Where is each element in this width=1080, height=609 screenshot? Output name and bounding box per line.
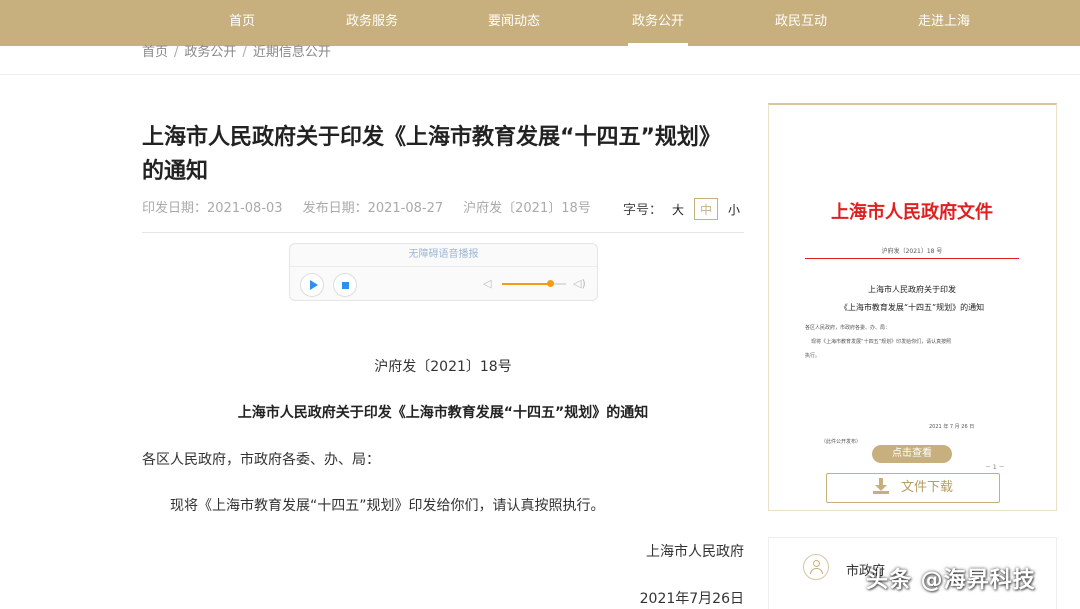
breadcrumb: 首页 / 政务公开 / 近期信息公开	[142, 45, 331, 61]
salutation: 各区人民政府，市政府各委、办、局：	[142, 452, 380, 468]
preview-title-line2: 《上海市教育发展“十四五”规划》的通知	[839, 303, 985, 312]
stop-button[interactable]	[333, 273, 357, 297]
download-icon	[872, 478, 889, 494]
download-file-button[interactable]: 文件下载	[826, 473, 1000, 503]
breadcrumb-separator: /	[174, 45, 179, 60]
breadcrumb-recent-info[interactable]: 近期信息公开	[253, 45, 331, 61]
signature: 上海市人民政府	[646, 544, 744, 560]
doc-number-meta: 沪府发〔2021〕18号	[463, 201, 591, 216]
doc-title: 上海市人民政府关于印发《上海市教育发展“十四五”规划》的通知	[237, 405, 649, 421]
nav-item-about-shanghai[interactable]: 走进上海	[904, 0, 984, 46]
breadcrumb-separator: /	[242, 45, 247, 60]
person-icon	[803, 554, 829, 580]
preview-page-marker: － 1 －	[985, 464, 1005, 471]
signing-date: 2021年7月26日	[639, 591, 744, 607]
page-title: 上海市人民政府关于印发《上海市教育发展“十四五”规划》的通知	[142, 125, 721, 184]
preview-doc-number: 沪府发〔2021〕18 号	[881, 248, 943, 255]
doc-number: 沪府发〔2021〕18号	[374, 359, 512, 375]
download-button-label: 文件下载	[900, 480, 953, 495]
play-button[interactable]	[300, 273, 324, 297]
view-document-button[interactable]: 点击查看	[872, 445, 952, 463]
breadcrumb-home[interactable]: 首页	[142, 45, 168, 61]
volume-slider[interactable]	[502, 280, 566, 287]
audio-player: 无障碍语音播报 ◁ ◁)	[289, 243, 598, 301]
volume-low-icon: ◁	[483, 277, 492, 290]
font-size-large-button[interactable]: 大	[666, 199, 690, 221]
nav-item-gov-affairs[interactable]: 政务公开	[618, 0, 698, 46]
article-meta: 印发日期：2021-08-03 发布日期：2021-08-27 沪府发〔2021〕1…	[142, 201, 611, 217]
issue-date: 印发日期：2021-08-03	[142, 201, 283, 216]
audio-player-title: 无障碍语音播报	[408, 249, 479, 260]
volume-high-icon: ◁)	[573, 277, 586, 290]
divider	[290, 266, 597, 267]
preview-red-header: 上海市人民政府文件	[831, 202, 993, 223]
nav-item-interaction[interactable]: 政民互动	[761, 0, 841, 46]
preview-text-line: 现将《上海市教育发展“十四五”规划》印发给你们，请认真按照	[811, 339, 952, 345]
preview-text-line: 各区人民政府，市政府各委、办、局：	[805, 325, 891, 331]
top-nav: 首页 政务服务 要闻动态 政务公开 政民互动 走进上海	[0, 0, 1080, 46]
font-size-medium-button[interactable]: 中	[694, 198, 719, 220]
nav-item-services[interactable]: 政务服务	[332, 0, 412, 46]
preview-red-line	[805, 258, 1019, 259]
preview-date: 2021 年 7 月 26 日	[929, 424, 975, 430]
volume-slider-handle[interactable]	[547, 280, 554, 287]
font-size-control: 字号：大中小	[623, 198, 746, 222]
preview-title-line1: 上海市人民政府关于印发	[868, 285, 956, 294]
publish-date: 发布日期：2021-08-27	[302, 201, 444, 216]
font-size-label: 字号：	[623, 203, 663, 218]
nav-item-home[interactable]: 首页	[202, 0, 282, 46]
divider	[0, 74, 1080, 75]
body-paragraph: 现将《上海市教育发展“十四五”规划》印发给你们，请认真按照执行。	[170, 498, 605, 514]
nav-item-news[interactable]: 要闻动态	[474, 0, 554, 46]
preview-note: （此件公开发布）	[821, 439, 862, 445]
font-size-small-button[interactable]: 小	[722, 199, 746, 221]
preview-text-line: 执行。	[805, 353, 821, 359]
breadcrumb-gov-affairs[interactable]: 政务公开	[184, 45, 236, 61]
divider	[142, 232, 744, 233]
watermark: 头条 @海昇科技	[866, 568, 1036, 593]
volume-slider-fill	[502, 283, 550, 285]
